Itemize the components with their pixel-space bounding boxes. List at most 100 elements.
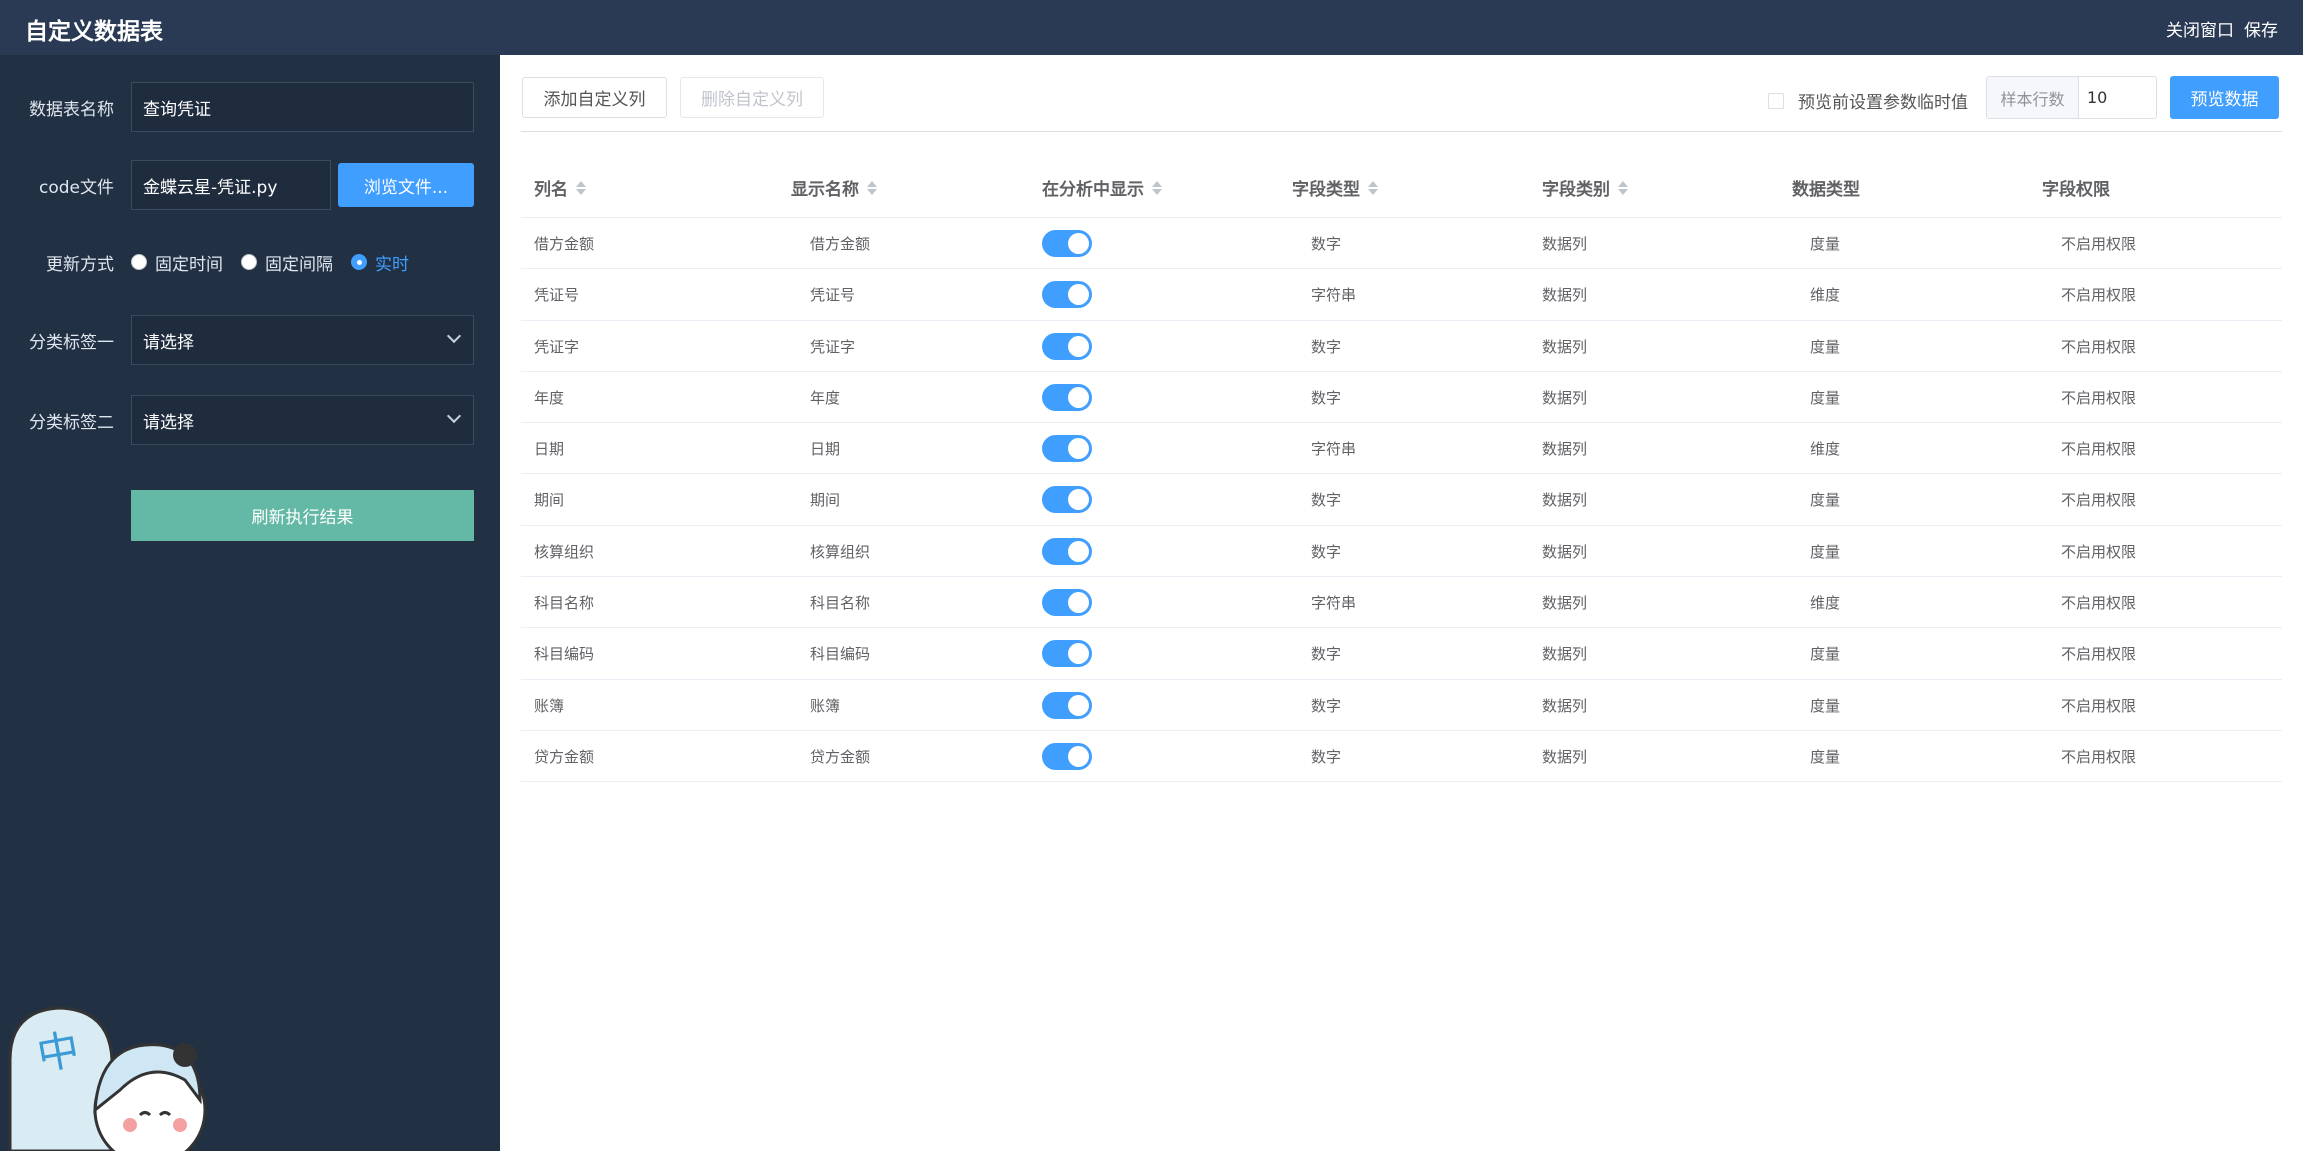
toolbar-divider <box>521 131 2282 132</box>
radio-label: 固定间隔 <box>265 254 333 275</box>
show-in-analysis-toggle[interactable] <box>1042 486 1092 514</box>
preview-data-button[interactable]: 预览数据 <box>2170 76 2279 119</box>
cell-field-category: 数据列 <box>1542 235 1588 253</box>
cell-column-name: 期间 <box>534 491 565 510</box>
preview-param-checkbox-row[interactable]: 预览前设置参数临时值 <box>1768 88 1968 113</box>
cell-display-name: 凭证号 <box>810 286 856 305</box>
cell-permission: 不启用权限 <box>2061 747 2137 766</box>
cell-column-name: 核算组织 <box>534 542 595 561</box>
table-row[interactable]: 科目名称 科目名称 字符串 数据列 维度 不启用权限 <box>521 577 2282 629</box>
radio-realtime[interactable]: 实时 <box>351 250 409 275</box>
show-in-analysis-toggle[interactable] <box>1042 332 1092 360</box>
tag2-select[interactable]: 请选择 <box>131 395 474 445</box>
sample-rows-label: 样本行数 <box>1987 77 2079 118</box>
header-show-in-analysis[interactable]: 在分析中显示 <box>1042 175 1162 200</box>
table-row[interactable]: 期间 期间 数字 数据列 度量 不启用权限 <box>521 474 2282 526</box>
cell-field-type: 数字 <box>1311 235 1342 253</box>
update-mode-radio-group: 固定时间 固定间隔 实时 <box>131 250 419 275</box>
header-column-name[interactable]: 列名 <box>534 175 586 200</box>
radio-label: 实时 <box>375 254 409 275</box>
cell-data-type: 度量 <box>1810 337 1841 356</box>
table-row[interactable]: 凭证字 凭证字 数字 数据列 度量 不启用权限 <box>521 321 2282 372</box>
show-in-analysis-toggle[interactable] <box>1042 281 1092 309</box>
header-label: 字段类型 <box>1292 180 1360 200</box>
cell-display-name: 核算组织 <box>810 542 871 561</box>
page-title: 自定义数据表 <box>25 19 163 45</box>
sort-icon[interactable] <box>1152 180 1162 195</box>
table-row[interactable]: 科目编码 科目编码 数字 数据列 度量 不启用权限 <box>521 628 2282 680</box>
checkbox-icon[interactable] <box>1768 92 1784 109</box>
table-name-row: 数据表名称 查询凭证 <box>0 81 500 133</box>
cell-field-category: 数据列 <box>1542 337 1588 356</box>
cell-field-type: 数字 <box>1311 645 1342 664</box>
update-mode-row: 更新方式 固定时间 固定间隔 实时 <box>0 236 500 288</box>
cell-field-type: 数字 <box>1311 747 1342 766</box>
table-row[interactable]: 核算组织 核算组织 数字 数据列 度量 不启用权限 <box>521 526 2282 578</box>
radio-fixed-time[interactable]: 固定时间 <box>131 250 223 275</box>
mascot-sticker-image: 中 <box>8 1006 207 1151</box>
close-window-button[interactable]: 关闭窗口 <box>2166 16 2234 41</box>
cell-permission: 不启用权限 <box>2061 491 2137 510</box>
browse-file-button[interactable]: 浏览文件... <box>338 163 474 207</box>
table-row[interactable]: 凭证号 凭证号 字符串 数据列 维度 不启用权限 <box>521 269 2282 321</box>
show-in-analysis-toggle[interactable] <box>1042 742 1092 770</box>
cell-display-name: 科目名称 <box>810 594 871 613</box>
delete-custom-column-button[interactable]: 删除自定义列 <box>680 77 824 118</box>
cell-display-name: 贷方金额 <box>810 747 871 766</box>
sort-icon[interactable] <box>1368 180 1378 195</box>
radio-button-icon[interactable] <box>131 254 147 270</box>
sort-icon[interactable] <box>1618 180 1628 195</box>
show-in-analysis-toggle[interactable] <box>1042 589 1092 617</box>
cell-data-type: 度量 <box>1810 645 1841 664</box>
show-in-analysis-toggle[interactable] <box>1042 230 1092 257</box>
table-row[interactable]: 贷方金额 贷方金额 数字 数据列 度量 不启用权限 <box>521 731 2282 783</box>
table-name-input[interactable]: 查询凭证 <box>131 82 474 132</box>
svg-text:中: 中 <box>33 1024 83 1080</box>
tag1-label: 分类标签一 <box>29 332 114 353</box>
show-in-analysis-toggle[interactable] <box>1042 435 1092 463</box>
radio-label: 固定时间 <box>155 254 223 275</box>
header-label: 在分析中显示 <box>1042 180 1144 200</box>
header-label: 字段类别 <box>1542 180 1610 200</box>
add-custom-column-button[interactable]: 添加自定义列 <box>522 77 667 118</box>
tag2-label: 分类标签二 <box>29 412 114 433</box>
save-button[interactable]: 保存 <box>2244 16 2278 41</box>
cell-data-type: 度量 <box>1810 388 1841 407</box>
header-display-name[interactable]: 显示名称 <box>791 175 877 200</box>
table-row[interactable]: 账簿 账簿 数字 数据列 度量 不启用权限 <box>521 680 2282 731</box>
cell-field-category: 数据列 <box>1542 594 1588 613</box>
sidebar: 数据表名称 查询凭证 code文件 金蝶云星-凭证.py 浏览文件... 更新方… <box>0 55 500 1151</box>
header-label: 列名 <box>534 180 568 200</box>
cell-display-name: 科目编码 <box>810 645 871 664</box>
table-name-label: 数据表名称 <box>29 99 114 120</box>
show-in-analysis-toggle[interactable] <box>1042 383 1092 411</box>
cell-data-type: 度量 <box>1810 747 1841 766</box>
show-in-analysis-toggle[interactable] <box>1042 691 1092 719</box>
header-label: 显示名称 <box>791 180 859 200</box>
tag1-select[interactable]: 请选择 <box>131 315 474 365</box>
cell-data-type: 度量 <box>1810 235 1841 253</box>
cell-permission: 不启用权限 <box>2061 542 2137 561</box>
table-row[interactable]: 年度 年度 数字 数据列 度量 不启用权限 <box>521 372 2282 424</box>
sort-icon[interactable] <box>867 180 877 195</box>
sample-rows-input-group: 样本行数 10 <box>1986 76 2157 119</box>
header-field-category[interactable]: 字段类别 <box>1542 175 1628 200</box>
radio-button-checked-icon[interactable] <box>351 254 367 270</box>
header-actions: 关闭窗口 保存 <box>2166 16 2278 41</box>
cell-display-name: 凭证字 <box>810 337 856 356</box>
refresh-results-button[interactable]: 刷新执行结果 <box>131 490 474 541</box>
radio-button-icon[interactable] <box>241 254 257 270</box>
app-header: 自定义数据表 关闭窗口 保存 <box>0 0 2303 55</box>
radio-fixed-interval[interactable]: 固定间隔 <box>241 250 333 275</box>
show-in-analysis-toggle[interactable] <box>1042 640 1092 668</box>
show-in-analysis-toggle[interactable] <box>1042 537 1092 565</box>
cell-column-name: 凭证号 <box>534 286 580 305</box>
table-row[interactable]: 借方金额 借方金额 数字 数据列 度量 不启用权限 <box>521 218 2282 270</box>
cell-column-name: 日期 <box>534 440 565 459</box>
header-field-type[interactable]: 字段类型 <box>1292 175 1378 200</box>
cell-permission: 不启用权限 <box>2061 645 2137 664</box>
sort-icon[interactable] <box>576 180 586 195</box>
sample-rows-input[interactable]: 10 <box>2079 77 2156 118</box>
code-file-input[interactable]: 金蝶云星-凭证.py <box>131 160 331 210</box>
table-row[interactable]: 日期 日期 字符串 数据列 维度 不启用权限 <box>521 423 2282 475</box>
